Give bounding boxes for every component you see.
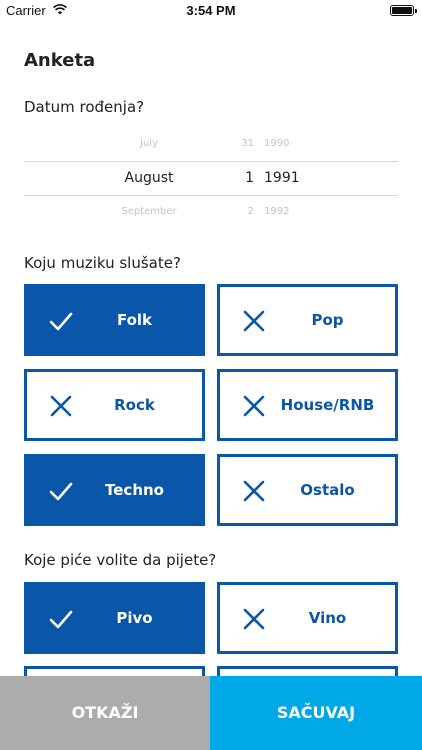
option-label: Pivo: [116, 609, 153, 627]
option-pivo[interactable]: Pivo: [24, 582, 205, 654]
save-button[interactable]: SAČUVAJ: [210, 676, 422, 750]
music-options: Folk Pop Rock House/RNB Techno Ostalo: [24, 284, 398, 526]
status-bar: Carrier 3:54 PM: [0, 0, 422, 22]
birth-date-picker[interactable]: July 31 1990 August 1 1991 September 2 1…: [24, 128, 398, 228]
bottom-action-bar: OTKAŽI SAČUVAJ: [0, 676, 422, 750]
option-label: Techno: [105, 481, 164, 499]
picker-year-selected: 1991: [264, 170, 300, 186]
picker-month-selected: August: [124, 170, 174, 186]
drink-options: Pivo Vino: [24, 582, 398, 676]
battery-icon: [390, 5, 417, 16]
option-label: Ostalo: [300, 481, 355, 499]
option-label: Rock: [114, 396, 155, 414]
option-house-rnb[interactable]: House/RNB: [217, 369, 398, 441]
picker-row-next[interactable]: September 2 1992: [24, 206, 398, 226]
cancel-button[interactable]: OTKAŽI: [0, 676, 210, 750]
option-ostalo[interactable]: Ostalo: [217, 454, 398, 526]
option-rock[interactable]: Rock: [24, 369, 205, 441]
option-partial[interactable]: [217, 666, 398, 676]
option-techno[interactable]: Techno: [24, 454, 205, 526]
picker-divider-bottom: [24, 195, 398, 196]
picker-day-selected: 1: [245, 170, 254, 186]
option-folk[interactable]: Folk: [24, 284, 205, 356]
picker-day: 2: [247, 206, 254, 217]
option-label: Vino: [308, 609, 347, 627]
option-vino[interactable]: Vino: [217, 582, 398, 654]
picker-month: July: [140, 138, 158, 149]
picker-row-selected[interactable]: August 1 1991: [24, 170, 398, 190]
option-label: Folk: [116, 311, 153, 329]
page-title: Anketa: [24, 50, 96, 71]
music-question: Koju muziku slušate?: [24, 254, 181, 272]
option-pop[interactable]: Pop: [217, 284, 398, 356]
status-time: 3:54 PM: [186, 3, 236, 18]
option-partial[interactable]: [24, 666, 205, 676]
picker-day: 31: [241, 138, 254, 149]
birth-date-label: Datum rođenja?: [24, 98, 145, 116]
picker-year: 1990: [264, 138, 290, 149]
picker-month: September: [121, 206, 177, 217]
option-label: Pop: [311, 311, 344, 329]
picker-year: 1992: [264, 206, 290, 217]
option-label: House/RNB: [280, 396, 375, 414]
drinks-question: Koje piće volite da pijete?: [24, 551, 217, 569]
picker-row-previous[interactable]: July 31 1990: [24, 138, 398, 158]
picker-divider-top: [24, 161, 398, 162]
